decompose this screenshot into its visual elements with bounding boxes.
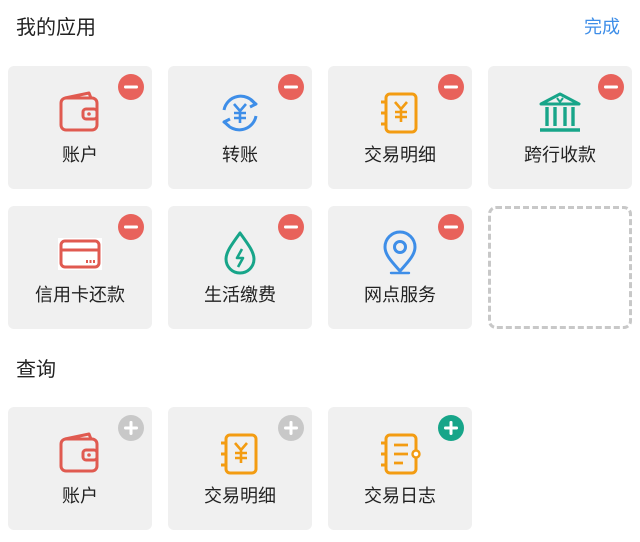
app-tile-credit-card[interactable]: 信用卡还款 (8, 206, 152, 329)
app-tile-account[interactable]: 账户 (8, 66, 152, 189)
query-section-title: 查询 (16, 357, 56, 381)
done-button[interactable]: 完成 (584, 14, 620, 42)
add-disabled-badge-icon (118, 415, 144, 441)
transfer-icon (215, 88, 265, 138)
app-label: 账户 (62, 486, 98, 507)
app-label: 生活缴费 (204, 285, 276, 306)
wallet-icon (55, 429, 105, 479)
app-label: 跨行收款 (524, 145, 596, 166)
app-label: 信用卡还款 (35, 285, 125, 306)
bank-icon (535, 88, 585, 138)
app-tile-utility-payment[interactable]: 生活缴费 (168, 206, 312, 329)
add-badge-icon[interactable] (438, 415, 464, 441)
query-tile-transaction-details[interactable]: 交易明细 (168, 407, 312, 530)
app-label: 交易明细 (364, 145, 436, 166)
remove-badge-icon[interactable] (598, 74, 624, 100)
query-tile-account[interactable]: 账户 (8, 407, 152, 530)
app-tile-branch-service[interactable]: 网点服务 (328, 206, 472, 329)
app-label: 网点服务 (364, 285, 436, 306)
remove-badge-icon[interactable] (278, 74, 304, 100)
wallet-icon (55, 88, 105, 138)
transaction-details-icon (375, 88, 425, 138)
remove-badge-icon[interactable] (278, 214, 304, 240)
add-disabled-badge-icon (278, 415, 304, 441)
app-label: 账户 (62, 145, 98, 166)
app-label: 转账 (222, 145, 258, 166)
app-page: 我的应用 完成 账户 转账 交易明细 跨行收款 信用卡还款 生活缴费 网点服务 … (0, 0, 640, 542)
my-apps-title: 我的应用 (16, 15, 96, 39)
app-tile-interbank-receipt[interactable]: 跨行收款 (488, 66, 632, 189)
empty-slot-placeholder[interactable] (488, 206, 632, 329)
remove-badge-icon[interactable] (438, 74, 464, 100)
transaction-log-icon (375, 429, 425, 479)
app-label: 交易日志 (364, 486, 436, 507)
remove-badge-icon[interactable] (118, 214, 144, 240)
remove-badge-icon[interactable] (438, 214, 464, 240)
app-label: 交易明细 (204, 486, 276, 507)
app-tile-transaction-details[interactable]: 交易明细 (328, 66, 472, 189)
app-tile-transfer[interactable]: 转账 (168, 66, 312, 189)
credit-card-icon (55, 228, 105, 278)
remove-badge-icon[interactable] (118, 74, 144, 100)
query-tile-transaction-log[interactable]: 交易日志 (328, 407, 472, 530)
water-drop-icon (215, 228, 265, 278)
location-pin-icon (375, 228, 425, 278)
transaction-details-icon (215, 429, 265, 479)
